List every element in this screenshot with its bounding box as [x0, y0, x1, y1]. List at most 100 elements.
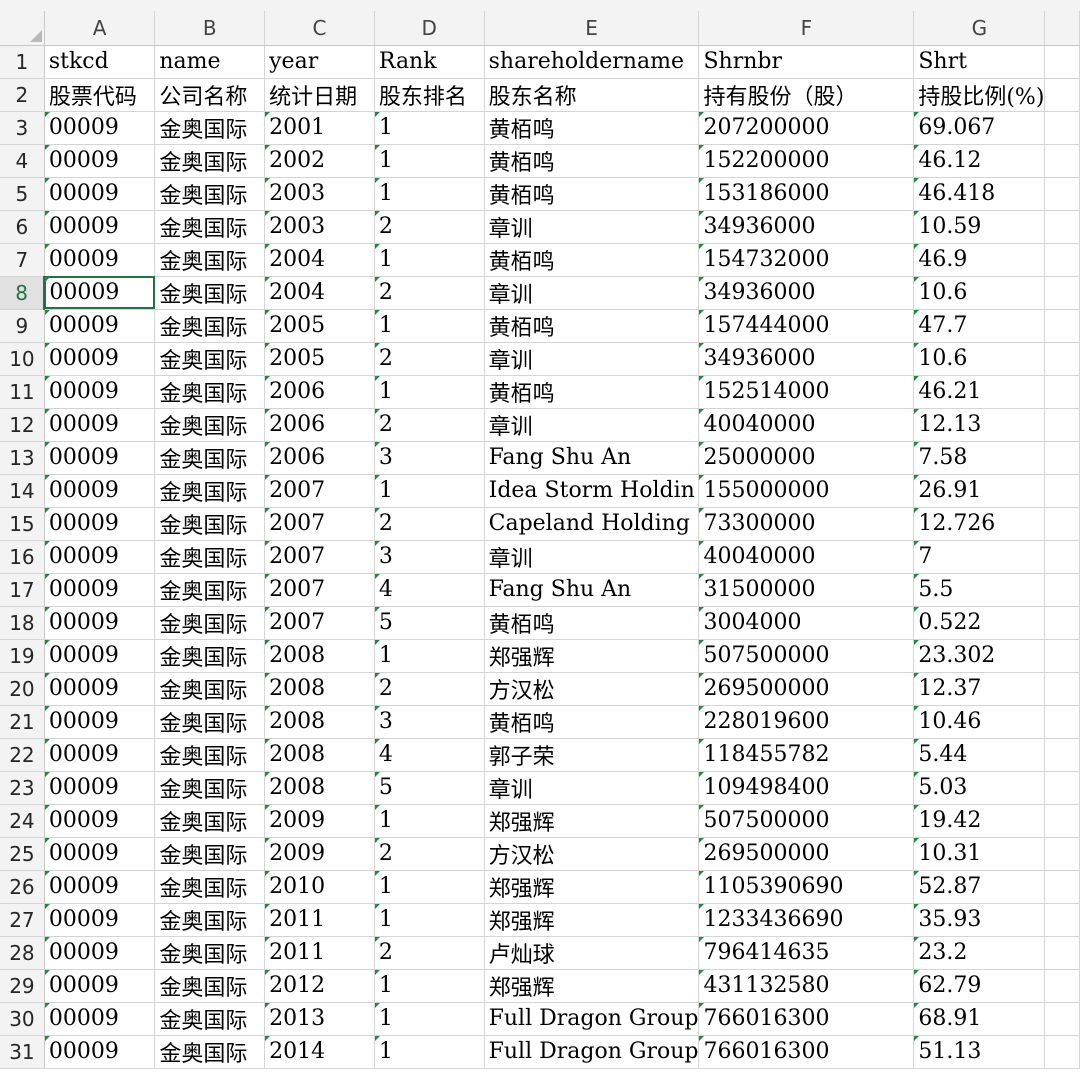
- cell-year[interactable]: 2007: [264, 540, 375, 574]
- row-header[interactable]: 14: [0, 474, 45, 508]
- row-header[interactable]: 22: [0, 738, 45, 772]
- row-header[interactable]: 27: [0, 903, 45, 937]
- cell-empty[interactable]: [1044, 870, 1080, 904]
- cell-name[interactable]: 金奥国际: [154, 573, 266, 607]
- cell-stkcd[interactable]: stkcd: [44, 45, 156, 79]
- cell-shrnbr[interactable]: 118455782: [698, 738, 915, 772]
- cell-shrt[interactable]: 35.93: [913, 903, 1046, 937]
- cell-year[interactable]: 2004: [264, 243, 375, 277]
- cell-shrt[interactable]: 10.6: [913, 276, 1046, 310]
- row-header[interactable]: 12: [0, 408, 45, 442]
- cell-year[interactable]: 2004: [264, 276, 375, 310]
- cell-name[interactable]: 金奥国际: [154, 1002, 266, 1036]
- cell-shrt[interactable]: 12.726: [913, 507, 1046, 541]
- cell-shrt[interactable]: 52.87: [913, 870, 1046, 904]
- cell-shareholdername[interactable]: 方汉松: [484, 837, 700, 871]
- cell-shrt[interactable]: 10.31: [913, 837, 1046, 871]
- cell-empty[interactable]: [1044, 771, 1080, 805]
- row-header[interactable]: 7: [0, 243, 45, 277]
- cell-rank[interactable]: 5: [374, 606, 485, 640]
- cell-stkcd[interactable]: 00009: [44, 144, 156, 178]
- cell-shrt[interactable]: 46.12: [913, 144, 1046, 178]
- cell-year[interactable]: 2006: [264, 375, 375, 409]
- row-header[interactable]: 26: [0, 870, 45, 904]
- cell-shrt[interactable]: 10.59: [913, 210, 1046, 244]
- cell-year[interactable]: 2008: [264, 639, 375, 673]
- cell-shareholdername[interactable]: 郑强辉: [484, 639, 700, 673]
- cell-year[interactable]: 2007: [264, 573, 375, 607]
- cell-year[interactable]: 2005: [264, 342, 375, 376]
- row-header[interactable]: 19: [0, 639, 45, 673]
- cell-shareholdername[interactable]: 郭子荣: [484, 738, 700, 772]
- cell-rank[interactable]: 2: [374, 342, 485, 376]
- cell-shrt[interactable]: 46.21: [913, 375, 1046, 409]
- cell-shrnbr[interactable]: Shrnbr: [698, 45, 915, 79]
- cell-stkcd[interactable]: 00009: [44, 804, 156, 838]
- cell-name[interactable]: 金奥国际: [154, 837, 266, 871]
- cell-empty[interactable]: [1044, 540, 1080, 574]
- cell-empty[interactable]: [1044, 705, 1080, 739]
- cell-year[interactable]: 2008: [264, 705, 375, 739]
- cell-shareholdername[interactable]: 郑强辉: [484, 969, 700, 1003]
- cell-shareholdername[interactable]: 黄栢鸣: [484, 177, 700, 211]
- cell-empty[interactable]: [1044, 507, 1080, 541]
- column-header-overflow[interactable]: [1044, 11, 1080, 46]
- cell-shrnbr[interactable]: 152514000: [698, 375, 915, 409]
- row-header[interactable]: 30: [0, 1002, 45, 1036]
- cell-rank[interactable]: 1: [374, 1002, 485, 1036]
- row-header[interactable]: 31: [0, 1035, 45, 1069]
- cell-year[interactable]: 2013: [264, 1002, 375, 1036]
- cell-name[interactable]: 金奥国际: [154, 969, 266, 1003]
- cell-stkcd[interactable]: 00009: [44, 210, 156, 244]
- cell-stkcd[interactable]: 00009: [44, 870, 156, 904]
- cell-shrnbr[interactable]: 109498400: [698, 771, 915, 805]
- cell-empty[interactable]: [1044, 210, 1080, 244]
- row-header[interactable]: 5: [0, 177, 45, 211]
- cell-shrnbr[interactable]: 1105390690: [698, 870, 915, 904]
- cell-year[interactable]: 2010: [264, 870, 375, 904]
- cell-shareholdername[interactable]: 郑强辉: [484, 804, 700, 838]
- cell-stkcd[interactable]: 00009: [44, 111, 156, 145]
- cell-name[interactable]: 金奥国际: [154, 243, 266, 277]
- cell-empty[interactable]: [1044, 441, 1080, 475]
- cell-rank[interactable]: 1: [374, 903, 485, 937]
- row-header[interactable]: 15: [0, 507, 45, 541]
- cell-empty[interactable]: [1044, 111, 1080, 145]
- cell-empty[interactable]: [1044, 672, 1080, 706]
- cell-empty[interactable]: [1044, 177, 1080, 211]
- cell-shrnbr[interactable]: 431132580: [698, 969, 915, 1003]
- cell-stkcd[interactable]: 00009: [44, 309, 156, 343]
- cell-year[interactable]: 2008: [264, 672, 375, 706]
- cell-name[interactable]: 金奥国际: [154, 804, 266, 838]
- row-header[interactable]: 13: [0, 441, 45, 475]
- column-header-c[interactable]: C: [264, 11, 375, 46]
- cell-rank[interactable]: 5: [374, 771, 485, 805]
- row-header[interactable]: 28: [0, 936, 45, 970]
- cell-rank[interactable]: 3: [374, 540, 485, 574]
- cell-shrt[interactable]: 23.302: [913, 639, 1046, 673]
- cell-stkcd[interactable]: 00009: [44, 969, 156, 1003]
- cell-empty[interactable]: [1044, 144, 1080, 178]
- cell-shrnbr[interactable]: 507500000: [698, 639, 915, 673]
- cell-shrnbr[interactable]: 40040000: [698, 408, 915, 442]
- cell-shareholdername[interactable]: 卢灿球: [484, 936, 700, 970]
- cell-empty[interactable]: [1044, 1002, 1080, 1036]
- column-header-f[interactable]: F: [698, 11, 915, 46]
- cell-year[interactable]: 2011: [264, 903, 375, 937]
- select-all-corner[interactable]: [0, 11, 45, 46]
- cell-shrt[interactable]: 0.522: [913, 606, 1046, 640]
- cell-stkcd[interactable]: 00009: [44, 375, 156, 409]
- cell-shrnbr[interactable]: 153186000: [698, 177, 915, 211]
- column-header-d[interactable]: D: [374, 11, 485, 46]
- cell-shrt[interactable]: 7.58: [913, 441, 1046, 475]
- row-header[interactable]: 9: [0, 309, 45, 343]
- cell-name[interactable]: 金奥国际: [154, 111, 266, 145]
- cell-shrnbr[interactable]: 34936000: [698, 342, 915, 376]
- cell-name[interactable]: 金奥国际: [154, 705, 266, 739]
- row-header[interactable]: 29: [0, 969, 45, 1003]
- cell-empty[interactable]: [1044, 342, 1080, 376]
- cell-year[interactable]: 2007: [264, 606, 375, 640]
- cell-shareholdername[interactable]: 黄栢鸣: [484, 243, 700, 277]
- cell-rank[interactable]: 2: [374, 936, 485, 970]
- cell-rank[interactable]: 4: [374, 573, 485, 607]
